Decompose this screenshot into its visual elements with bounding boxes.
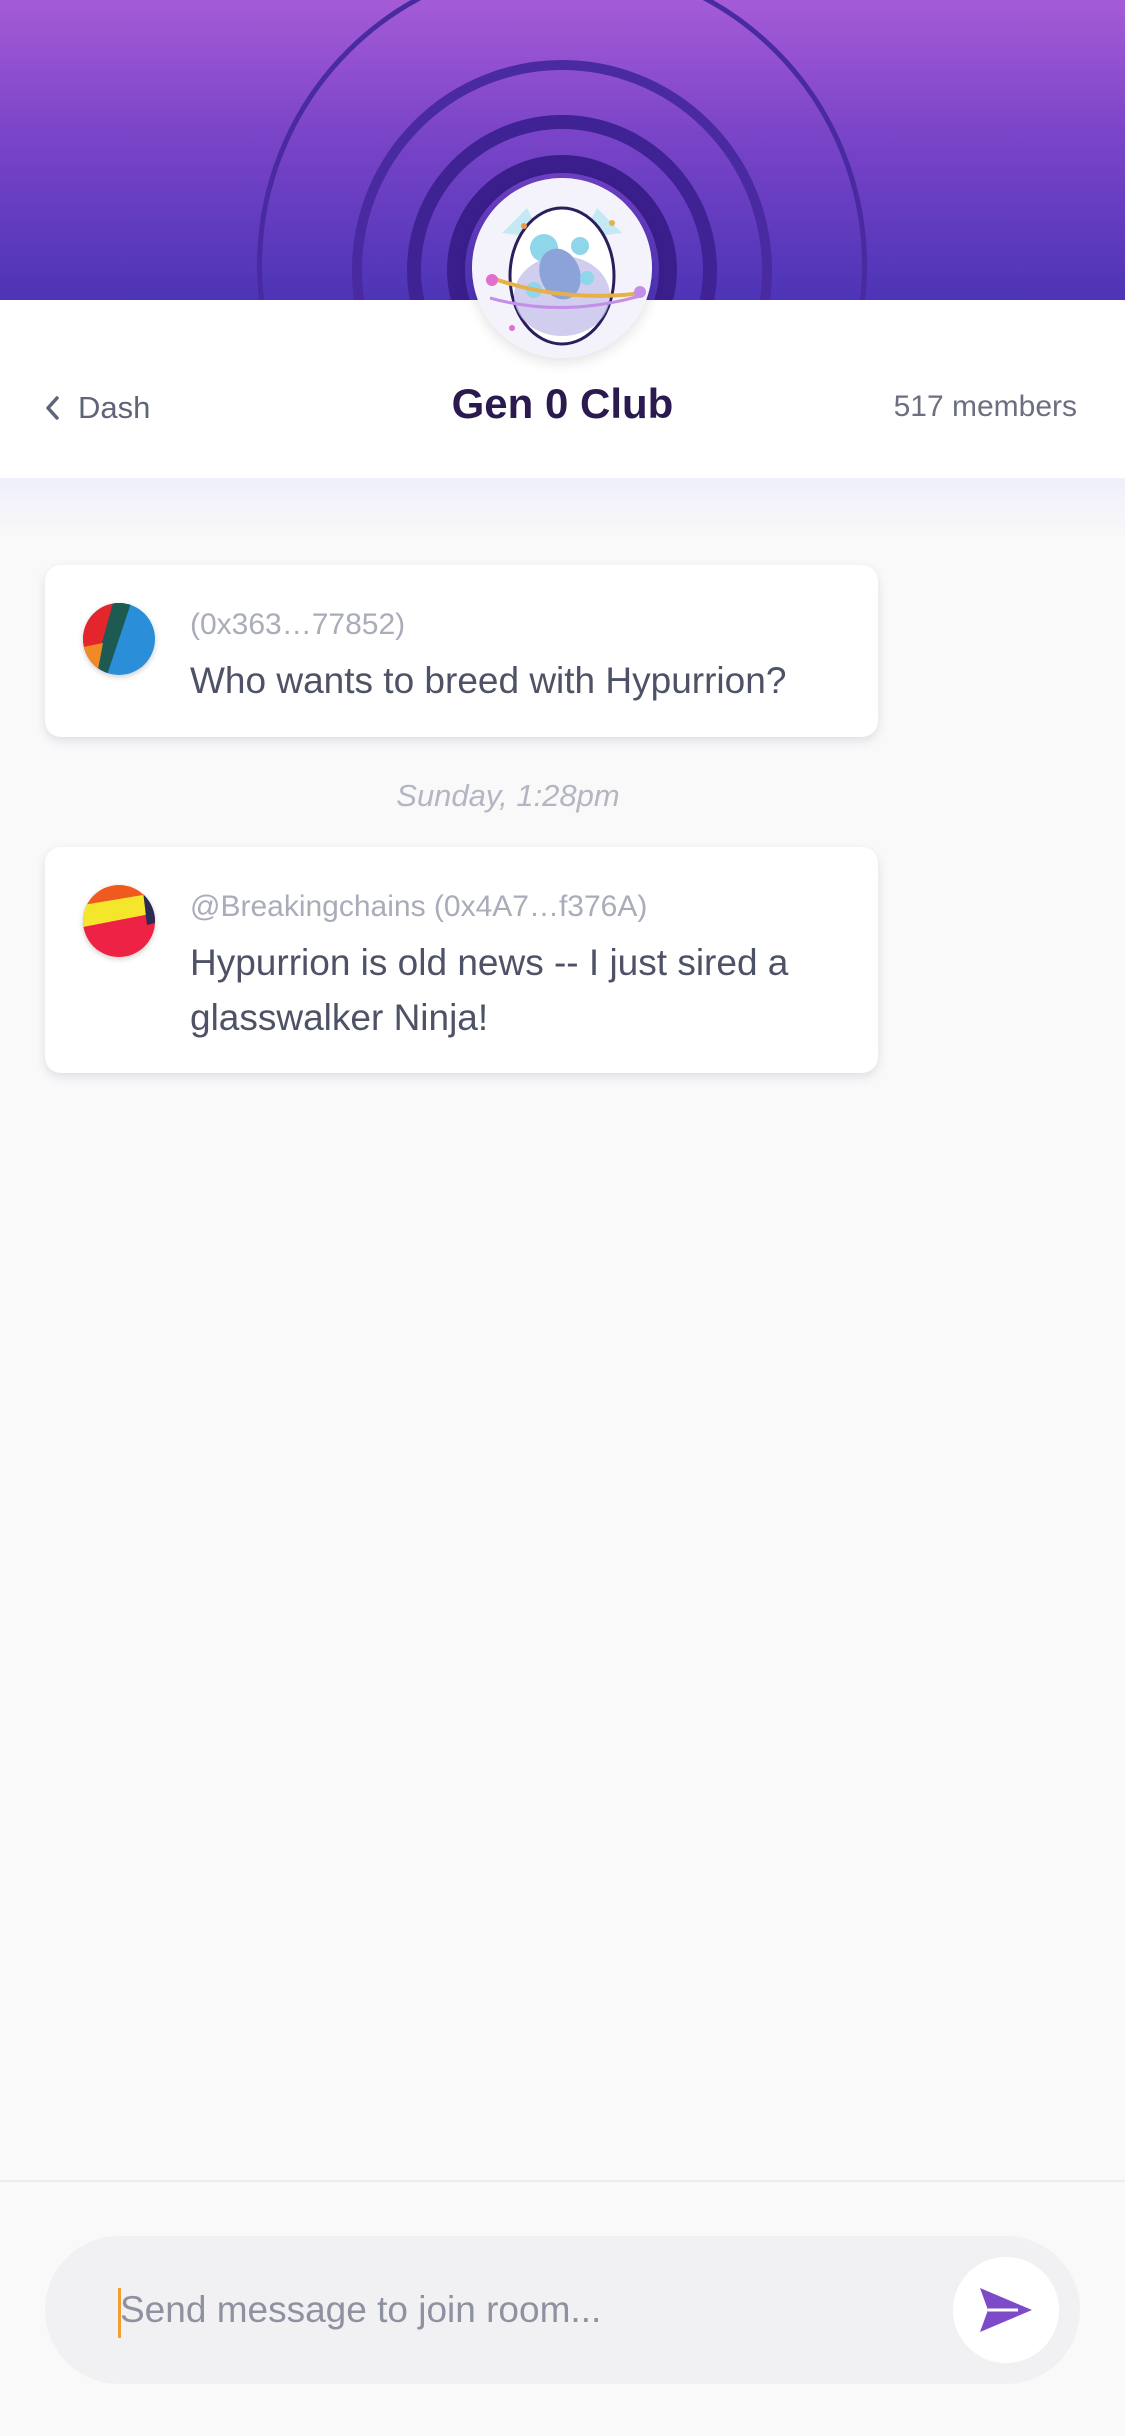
user-avatar[interactable] bbox=[83, 885, 155, 957]
nav-shadow bbox=[0, 478, 1125, 538]
message-timestamp: Sunday, 1:28pm bbox=[396, 778, 620, 813]
message-card: (0x363…77852) Who wants to breed with Hy… bbox=[45, 565, 878, 737]
user-avatar-icon bbox=[83, 603, 155, 675]
send-icon bbox=[980, 2288, 1032, 2332]
room-avatar bbox=[472, 178, 652, 358]
user-avatar-icon bbox=[83, 885, 155, 957]
send-button[interactable] bbox=[953, 2257, 1059, 2363]
message-card: @Breakingchains (0x4A7…f376A) Hypurrion … bbox=[45, 847, 878, 1073]
user-avatar[interactable] bbox=[83, 603, 155, 675]
chat-room-screen: Dash Gen 0 Club 517 members (0x363…77852… bbox=[0, 0, 1125, 2436]
composer bbox=[45, 2236, 1080, 2384]
message-input[interactable] bbox=[120, 2284, 920, 2336]
member-count[interactable]: 517 members bbox=[894, 390, 1077, 424]
message-author[interactable]: @Breakingchains (0x4A7…f376A) bbox=[190, 890, 647, 924]
message-text: Hypurrion is old news -- I just sired a … bbox=[190, 942, 789, 1038]
message-text: Who wants to breed with Hypurrion? bbox=[190, 660, 787, 701]
composer-bar bbox=[0, 2180, 1125, 2436]
message-author[interactable]: (0x363…77852) bbox=[190, 608, 405, 642]
egg-icon bbox=[472, 178, 652, 358]
